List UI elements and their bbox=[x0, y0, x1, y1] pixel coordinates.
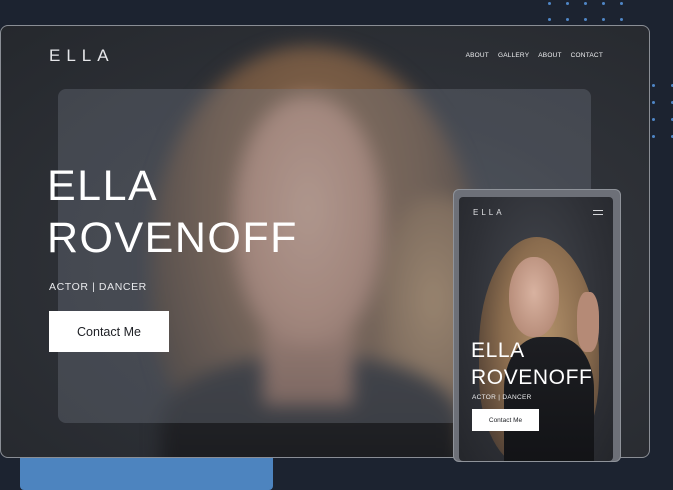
contact-me-button[interactable]: Contact Me bbox=[49, 311, 169, 352]
mobile-contact-me-button[interactable]: Contact Me bbox=[472, 409, 539, 431]
mobile-hero-title: ELLA ROVENOFF bbox=[471, 337, 592, 391]
mobile-screen: ELLA ELLA ROVENOFF ACTOR | DANCER Contac… bbox=[459, 197, 613, 461]
mobile-hero-subtitle: ACTOR | DANCER bbox=[472, 394, 532, 401]
mobile-preview: ELLA ELLA ROVENOFF ACTOR | DANCER Contac… bbox=[453, 189, 621, 462]
nav-item-contact[interactable]: CONTACT bbox=[571, 52, 603, 59]
hamburger-icon[interactable] bbox=[593, 210, 603, 218]
mobile-hero-title-first-name: ELLA bbox=[471, 339, 525, 362]
hero-title-last-name: ROVENOFF bbox=[47, 214, 298, 262]
decorative-dot-grid-right bbox=[652, 84, 673, 138]
hero-title-first-name: ELLA bbox=[47, 162, 159, 210]
nav-item-about-2[interactable]: ABOUT bbox=[538, 52, 561, 59]
nav-item-about[interactable]: ABOUT bbox=[466, 52, 489, 59]
mobile-site-logo[interactable]: ELLA bbox=[473, 208, 505, 217]
nav-item-gallery[interactable]: GALLERY bbox=[498, 52, 529, 59]
main-nav: ABOUT GALLERY ABOUT CONTACT bbox=[466, 52, 603, 59]
hero-title: ELLA ROVENOFF bbox=[47, 160, 298, 264]
decorative-dot-grid-top bbox=[548, 2, 623, 21]
mobile-portrait-image bbox=[509, 257, 559, 337]
mobile-hero-title-last-name: ROVENOFF bbox=[471, 366, 593, 389]
site-logo[interactable]: ELLA bbox=[49, 46, 115, 66]
hero-subtitle: ACTOR | DANCER bbox=[49, 281, 147, 293]
